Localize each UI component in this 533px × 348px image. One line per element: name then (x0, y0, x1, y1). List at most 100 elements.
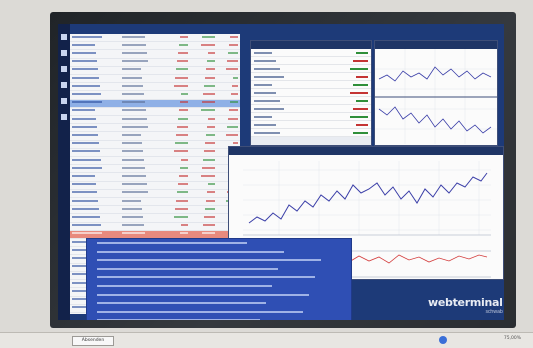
watchlist-row[interactable] (70, 222, 240, 231)
list-icon[interactable] (61, 50, 67, 56)
watchlist-row[interactable] (70, 189, 240, 199)
news-row[interactable] (97, 275, 345, 282)
watchlist-row[interactable] (70, 58, 240, 67)
watchlist-cell (190, 164, 217, 174)
watchlist-cell (70, 90, 120, 100)
brand-logo: webterminal schwab (428, 296, 503, 315)
watchlist-cell (119, 205, 164, 215)
brand-subtitle: schwab (485, 309, 503, 315)
watchlist-cell (216, 41, 240, 51)
watchlist-row[interactable] (70, 123, 240, 133)
watchlist-cell (70, 41, 120, 51)
watchlist-row[interactable] (70, 99, 240, 108)
watchlist-cell (163, 49, 191, 59)
watchlist-cell (163, 164, 191, 174)
quote-row (251, 89, 371, 97)
watchlist-cell (70, 131, 120, 141)
watchlist-cell (216, 115, 240, 125)
watchlist-cell (70, 189, 120, 199)
sidebar (58, 24, 70, 320)
news-row[interactable] (97, 301, 345, 308)
watchlist-cell (216, 123, 240, 133)
watchlist-row[interactable] (70, 131, 240, 141)
watchlist-row[interactable] (70, 74, 240, 84)
watchlist-cell (190, 90, 217, 100)
watchlist-cell (190, 172, 217, 182)
watchlist-row[interactable] (70, 197, 240, 207)
watchlist-cell (70, 140, 120, 149)
news-row[interactable] (97, 266, 345, 273)
watchlist-cell (119, 148, 164, 158)
watchlist-cell (163, 213, 191, 223)
watchlist-cell (119, 172, 164, 182)
watchlist-cell (119, 123, 164, 133)
watchlist-cell (216, 74, 240, 84)
watchlist-row[interactable] (70, 156, 240, 166)
watchlist-row[interactable] (70, 41, 240, 51)
watchlist-cell (119, 34, 164, 43)
watchlist-cell (119, 107, 164, 117)
news-row[interactable] (97, 258, 345, 265)
news-row[interactable] (97, 249, 345, 256)
news-row[interactable] (97, 284, 345, 291)
watchlist-cell (190, 213, 217, 223)
watchlist-cell (70, 197, 120, 207)
watchlist-cell (163, 82, 191, 92)
watchlist-row[interactable] (70, 90, 240, 100)
chart-icon[interactable] (61, 66, 67, 72)
news-row[interactable] (97, 241, 345, 248)
taskbar: Absenden 75,00% (0, 332, 533, 348)
watchlist-cell (70, 164, 120, 174)
watchlist-cell (190, 82, 217, 92)
watchlist-cell (119, 58, 164, 67)
watchlist-cell (70, 222, 120, 231)
watchlist-cell (119, 49, 164, 59)
watchlist-row[interactable] (70, 66, 240, 76)
watchlist-row[interactable] (70, 164, 240, 174)
watchlist-row[interactable] (70, 213, 240, 223)
watchlist-cell (119, 222, 164, 231)
watchlist-row[interactable] (70, 205, 240, 215)
news-row[interactable] (97, 292, 345, 299)
watchlist-cell (163, 107, 191, 117)
news-row[interactable] (97, 318, 345, 320)
home-icon[interactable] (61, 34, 67, 40)
watchlist-row[interactable] (70, 107, 240, 117)
watchlist-row[interactable] (70, 115, 240, 125)
mini-chart[interactable] (375, 49, 497, 144)
submit-button[interactable]: Absenden (72, 336, 114, 346)
watchlist-row[interactable] (70, 82, 240, 92)
watchlist-row[interactable] (70, 140, 240, 149)
watchlist-row[interactable] (70, 172, 240, 182)
watchlist-cell (190, 205, 217, 215)
watchlist-cell (190, 115, 217, 125)
search-icon[interactable] (61, 98, 67, 104)
quote-row (251, 65, 371, 73)
quote-row (251, 49, 371, 57)
settings-icon[interactable] (61, 114, 67, 120)
watchlist-cell (190, 34, 217, 43)
news-row[interactable] (97, 309, 345, 316)
watchlist-cell (119, 131, 164, 141)
watchlist-cell (163, 99, 191, 108)
watchlist-cell (70, 58, 120, 67)
watchlist-cell (119, 99, 164, 108)
watchlist-cell (70, 74, 120, 84)
watchlist-row[interactable] (70, 148, 240, 158)
watchlist-cell (70, 156, 120, 166)
watchlist-cell (190, 131, 217, 141)
mini-chart-panel (374, 40, 498, 146)
watchlist-cell (190, 99, 217, 108)
watchlist-cell (70, 107, 120, 117)
mini-chart-header (375, 41, 497, 49)
watchlist-cell (190, 58, 217, 67)
watchlist-row[interactable] (70, 181, 240, 190)
news-icon[interactable] (61, 82, 67, 88)
watchlist-row[interactable] (70, 34, 240, 43)
watchlist-cell (163, 115, 191, 125)
quote-row (251, 121, 371, 129)
watchlist-cell (190, 123, 217, 133)
watchlist-cell (70, 181, 120, 190)
watchlist-cell (70, 49, 120, 59)
watchlist-row[interactable] (70, 49, 240, 59)
